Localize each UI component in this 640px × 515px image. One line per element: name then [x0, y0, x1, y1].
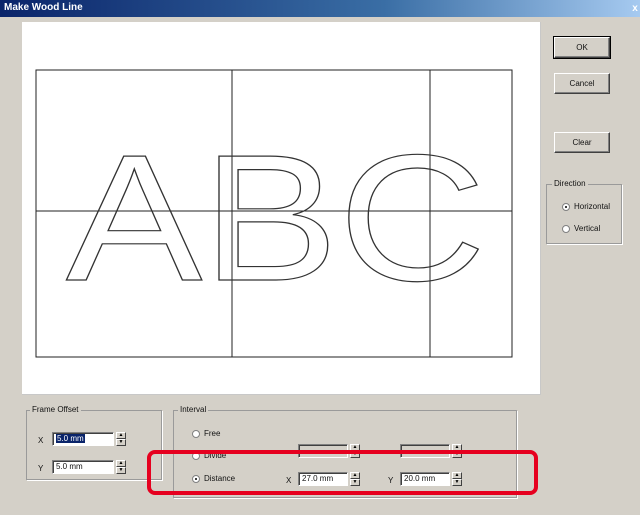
frame-offset-y-input[interactable]: 5.0 mm	[52, 460, 114, 474]
interval-label: Interval	[178, 405, 209, 414]
frame-offset-label: Frame Offset	[30, 405, 81, 414]
spin-down-arrow-icon[interactable]: ▼	[116, 467, 126, 474]
preview-letters: ABC	[66, 118, 486, 319]
frame-offset-y-label: Y	[38, 464, 44, 473]
spin-down-arrow-icon[interactable]: ▼	[116, 439, 126, 446]
cancel-button[interactable]: Cancel	[554, 73, 610, 94]
window-title: Make Wood Line	[4, 2, 83, 13]
frame-offset-x-input[interactable]: 5.0 mm	[52, 432, 114, 446]
title-bar: Make Wood Line x	[0, 0, 640, 17]
radio-vertical-label: Vertical	[574, 224, 601, 233]
frame-offset-x-label: X	[38, 436, 44, 445]
close-icon[interactable]: x	[630, 0, 640, 17]
preview-drawing: ABC	[35, 69, 513, 358]
spin-up-arrow-icon[interactable]: ▲	[116, 460, 126, 467]
preview-canvas[interactable]: ABC	[22, 22, 541, 395]
spin-up-arrow-icon[interactable]: ▲	[116, 432, 126, 439]
radio-horizontal-label: Horizontal	[574, 202, 611, 211]
radio-free-label: Free	[204, 429, 221, 438]
highlight-annotation	[147, 450, 538, 495]
radio-unselected-icon	[562, 224, 570, 233]
direction-label: Direction	[552, 179, 588, 188]
frame-offset-y-spinner[interactable]: ▲ ▼	[116, 460, 126, 474]
radio-selected-icon	[562, 202, 570, 211]
radio-horizontal[interactable]: Horizontal	[562, 202, 610, 211]
frame-offset-x-spinner[interactable]: ▲ ▼	[116, 432, 126, 446]
radio-unselected-icon	[192, 429, 200, 438]
ok-button[interactable]: OK	[553, 36, 611, 59]
radio-free[interactable]: Free	[192, 429, 220, 438]
direction-group	[546, 184, 622, 244]
radio-vertical[interactable]: Vertical	[562, 224, 600, 233]
clear-button[interactable]: Clear	[554, 132, 610, 153]
